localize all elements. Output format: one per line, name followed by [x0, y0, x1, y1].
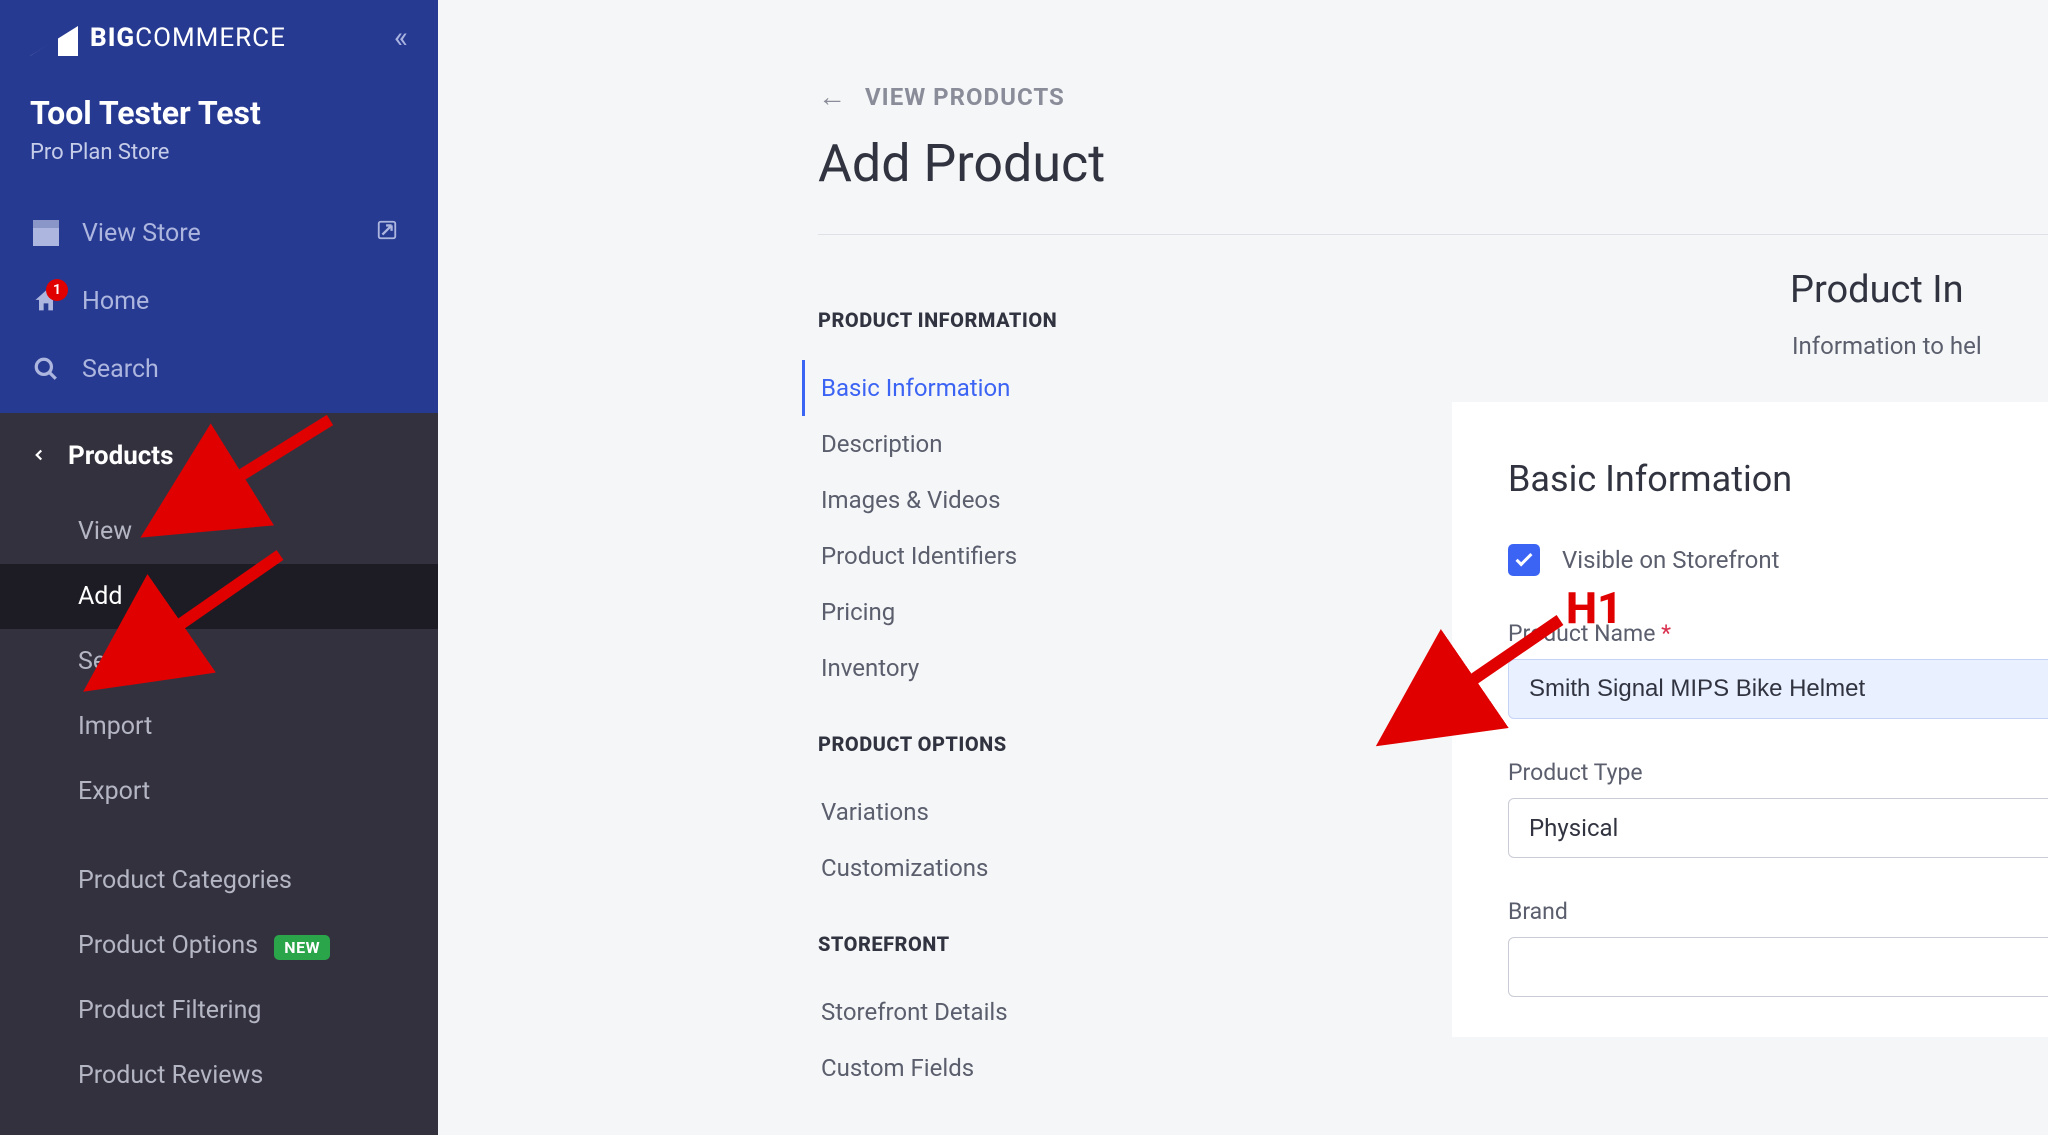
sidebar-section-products-label: Products: [68, 441, 173, 471]
sidebar-top: BIGCOMMERCE « Tool Tester Test Pro Plan …: [0, 0, 438, 413]
breadcrumb-label: VIEW PRODUCTS: [865, 83, 1065, 111]
checkmark-icon: [1516, 550, 1533, 567]
brand-label: Brand: [1508, 898, 2048, 925]
annotation-h1-label: H1: [1566, 582, 1622, 634]
section-nav-storefront-details[interactable]: Storefront Details: [802, 984, 1138, 1040]
product-type-select[interactable]: Physical: [1508, 798, 2048, 858]
field-brand: Brand: [1508, 898, 2048, 997]
sidebar-item-product-filtering[interactable]: Product Filtering: [0, 978, 438, 1043]
sidebar-section-products[interactable]: Products: [0, 413, 438, 499]
section-nav-images-videos[interactable]: Images & Videos: [802, 472, 1138, 528]
sidebar-item-product-categories[interactable]: Product Categories: [0, 848, 438, 913]
sidebar: BIGCOMMERCE « Tool Tester Test Pro Plan …: [0, 0, 438, 1135]
collapse-sidebar-icon[interactable]: «: [394, 23, 408, 53]
nav-view-store-label: View Store: [82, 219, 201, 248]
main: ← VIEW PRODUCTS Add Product PRODUCT INFO…: [438, 0, 2048, 1135]
right-subtitle: Information to hel: [1792, 332, 2048, 360]
search-icon: [30, 353, 62, 385]
required-icon: *: [1661, 620, 1671, 647]
nav-home-label: Home: [82, 287, 149, 316]
field-product-type: Product Type Physical: [1508, 759, 2048, 858]
section-nav-inventory[interactable]: Inventory: [802, 640, 1138, 696]
sidebar-item-product-options[interactable]: Product Options NEW: [0, 913, 438, 978]
basic-info-card: Basic Information Visible on Storefront …: [1452, 402, 2048, 1037]
nav-search-label: Search: [82, 355, 159, 384]
visible-on-storefront-checkbox[interactable]: [1508, 544, 1540, 576]
visible-on-storefront-label: Visible on Storefront: [1562, 546, 1779, 574]
new-badge: NEW: [274, 935, 330, 960]
section-nav-header-product-options: PRODUCT OPTIONS: [818, 732, 1138, 756]
right-title: Product In: [1790, 268, 2048, 312]
store-icon: [30, 217, 62, 249]
section-nav: PRODUCT INFORMATION Basic Information De…: [818, 272, 1138, 1096]
brand-select[interactable]: [1508, 937, 2048, 997]
home-icon: 1: [30, 285, 62, 317]
store-block: Tool Tester Test Pro Plan Store: [30, 94, 408, 165]
breadcrumb[interactable]: ← VIEW PRODUCTS: [818, 0, 2048, 113]
nav-search[interactable]: Search: [30, 335, 408, 403]
section-nav-header-product-info: PRODUCT INFORMATION: [818, 308, 1138, 332]
sidebar-item-export[interactable]: Export: [0, 759, 438, 824]
product-name-input[interactable]: [1508, 659, 2048, 719]
external-link-icon: [376, 219, 398, 248]
logo-row: BIGCOMMERCE «: [30, 20, 408, 56]
home-badge: 1: [46, 279, 68, 301]
nav-home[interactable]: 1 Home: [30, 267, 408, 335]
nav-view-store[interactable]: View Store: [30, 199, 408, 267]
chevron-left-icon: [30, 441, 48, 471]
section-nav-pricing[interactable]: Pricing: [802, 584, 1138, 640]
section-nav-header-storefront: STOREFRONT: [818, 932, 1138, 956]
section-nav-basic-information[interactable]: Basic Information: [802, 360, 1138, 416]
divider: [818, 234, 2048, 235]
arrow-left-icon: ←: [818, 80, 847, 113]
sidebar-item-view[interactable]: View: [0, 499, 438, 564]
product-type-label: Product Type: [1508, 759, 2048, 786]
section-nav-customizations[interactable]: Customizations: [802, 840, 1138, 896]
field-product-name: Product Name *: [1508, 620, 2048, 719]
store-plan: Pro Plan Store: [30, 140, 408, 165]
sidebar-item-import[interactable]: Import: [0, 694, 438, 759]
section-nav-custom-fields[interactable]: Custom Fields: [802, 1040, 1138, 1096]
sidebar-item-search[interactable]: Search: [0, 629, 438, 694]
section-nav-variations[interactable]: Variations: [802, 784, 1138, 840]
sidebar-item-add[interactable]: Add: [0, 564, 438, 629]
right-column: Product In Information to hel Basic Info…: [1792, 268, 2048, 1037]
store-name: Tool Tester Test: [30, 94, 408, 132]
visible-on-storefront-row: Visible on Storefront: [1508, 544, 2048, 576]
product-type-value: Physical: [1529, 814, 1618, 842]
sidebar-dark: Products View Add Search Import Export P…: [0, 413, 438, 1135]
brand-name-suffix: COMMERCE: [135, 23, 286, 53]
section-nav-product-identifiers[interactable]: Product Identifiers: [802, 528, 1138, 584]
card-title: Basic Information: [1508, 458, 2048, 500]
page-title: Add Product: [818, 133, 2048, 234]
section-nav-description[interactable]: Description: [802, 416, 1138, 472]
sidebar-item-product-reviews[interactable]: Product Reviews: [0, 1043, 438, 1108]
brand-name-prefix: BIG: [90, 23, 135, 53]
logo-mark-icon: [30, 20, 84, 56]
brand-logo[interactable]: BIGCOMMERCE: [30, 20, 286, 56]
